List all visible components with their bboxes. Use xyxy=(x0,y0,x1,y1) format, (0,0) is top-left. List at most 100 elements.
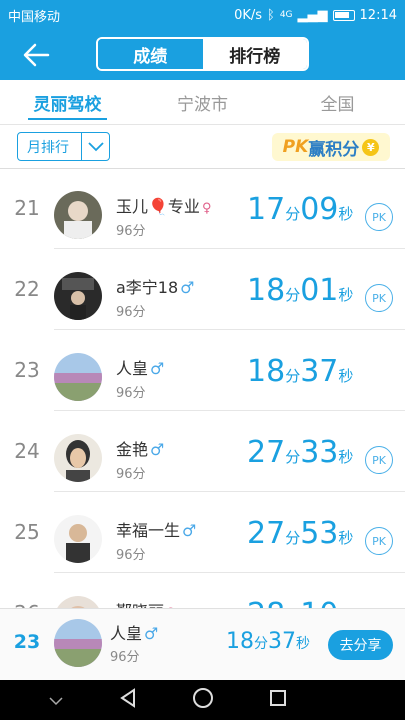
ranking-list[interactable]: 21 玉儿🎈专业 ♀ 96分 17分09秒 PK 22 a李宁18 ♂ 96分 18分01秒 PK 23… xyxy=(0,169,405,608)
tab-city[interactable]: 宁波市 xyxy=(135,80,270,124)
home-circle-icon[interactable] xyxy=(192,687,214,713)
hide-keyboard-icon[interactable] xyxy=(48,691,64,710)
second-unit: 秒 xyxy=(338,286,354,304)
minutes: 28 xyxy=(247,597,285,608)
list-item[interactable]: 23 人皇 ♂ 96分 18分37秒 xyxy=(0,330,405,411)
recent-apps-icon[interactable] xyxy=(269,689,287,711)
user-name-text: a李宁18 xyxy=(116,278,179,297)
my-seconds: 37 xyxy=(268,629,296,654)
avatar[interactable] xyxy=(54,596,102,608)
tab-scores[interactable]: 成绩 xyxy=(98,39,203,69)
avatar[interactable] xyxy=(54,272,102,320)
my-rank-number: 23 xyxy=(13,631,41,653)
seconds: 10 xyxy=(300,597,338,608)
clock: 12:14 xyxy=(359,7,397,23)
user-name-text: 人皇 xyxy=(116,359,149,378)
user-score: 96分 xyxy=(116,548,146,563)
seconds: 01 xyxy=(300,273,339,308)
pk-button[interactable]: PK xyxy=(365,446,393,474)
header-segmented-control: 成绩 排行榜 xyxy=(96,37,309,71)
rank-number: 22 xyxy=(14,277,40,301)
minutes: 27 xyxy=(247,516,286,551)
rank-number: 25 xyxy=(14,520,40,544)
list-item[interactable]: 26鄞晓丽♀96分28分10秒PK xyxy=(0,573,405,608)
list-item[interactable]: 22 a李宁18 ♂ 96分 18分01秒 PK xyxy=(0,249,405,330)
second-unit: 秒 xyxy=(338,529,354,547)
filter-bar: 月排行 PK 赢积分 ¥ xyxy=(0,125,405,169)
pk-win-points-banner[interactable]: PK 赢积分 ¥ xyxy=(272,133,390,161)
user-name: 幸福一生 ♂ xyxy=(116,517,196,541)
top-bar: 成绩 排行榜 xyxy=(0,30,405,80)
rank-number: 21 xyxy=(14,196,40,220)
coin-icon: ¥ xyxy=(362,138,380,156)
my-score: 96分 xyxy=(110,650,140,665)
win-points-label: 赢积分 xyxy=(308,139,360,160)
pk-button[interactable]: PK xyxy=(365,527,393,555)
female-icon: ♀ xyxy=(201,201,212,216)
second-unit: 秒 xyxy=(338,367,354,385)
male-icon: ♂ xyxy=(180,278,195,297)
avatar[interactable] xyxy=(54,353,102,401)
back-arrow-icon[interactable] xyxy=(22,42,50,68)
minute-unit: 分 xyxy=(285,448,301,466)
male-icon: ♂ xyxy=(182,521,197,540)
seconds: 53 xyxy=(300,516,339,551)
second-unit: 秒 xyxy=(338,205,354,223)
user-time: 27分33秒 xyxy=(247,435,353,470)
bluetooth-icon: ᛒ xyxy=(267,7,275,23)
dropdown-label: 月排行 xyxy=(27,139,69,156)
list-item[interactable]: 21 玉儿🎈专业 ♀ 96分 17分09秒 PK xyxy=(0,169,405,249)
male-icon: ♂ xyxy=(150,359,165,378)
battery-icon xyxy=(332,9,355,21)
list-item[interactable]: 24 金艳 ♂ 96分 27分33秒 PK xyxy=(0,411,405,492)
seconds: 37 xyxy=(300,354,339,389)
seconds: 09 xyxy=(300,192,339,227)
minute-unit: 分 xyxy=(285,367,301,385)
rank-number: 23 xyxy=(14,358,40,382)
pk-button[interactable]: PK xyxy=(365,284,393,312)
status-bar: 中国移动 0K/s ᛒ 4G ▂▄▆ 12:14 xyxy=(0,0,405,30)
share-button[interactable]: 去分享 xyxy=(328,630,393,660)
network-speed: 0K/s xyxy=(234,7,263,23)
user-score: 96分 xyxy=(116,305,146,320)
user-score: 96分 xyxy=(116,386,146,401)
scope-tabs: 灵丽驾校 宁波市 全国 xyxy=(0,80,405,125)
minutes: 18 xyxy=(247,354,286,389)
my-time: 18分37秒 xyxy=(226,629,310,654)
system-nav-bar xyxy=(0,680,405,720)
minutes: 27 xyxy=(247,435,286,470)
pk-button[interactable]: PK xyxy=(365,203,393,231)
user-score: 96分 xyxy=(116,467,146,482)
user-name-text: 幸福一生 xyxy=(116,521,181,540)
my-name-text: 人皇 xyxy=(110,624,143,643)
user-score: 96分 xyxy=(116,224,146,239)
my-minutes: 18 xyxy=(226,629,254,654)
minute-unit: 分 xyxy=(285,205,301,223)
user-time: 18分37秒 xyxy=(247,354,353,389)
user-time: 17分09秒 xyxy=(247,192,353,227)
avatar[interactable] xyxy=(54,515,102,563)
user-name-text: 金艳 xyxy=(116,440,149,459)
avatar[interactable] xyxy=(54,434,102,482)
user-name: 玉儿🎈专业 ♀ xyxy=(116,193,211,217)
list-item[interactable]: 25 幸福一生 ♂ 96分 27分53秒 PK xyxy=(0,492,405,573)
ranking-period-dropdown[interactable]: 月排行 xyxy=(17,132,110,161)
tab-national[interactable]: 全国 xyxy=(270,80,405,124)
rank-number: 24 xyxy=(14,439,40,463)
avatar[interactable] xyxy=(54,191,102,239)
user-name-text: 玉儿🎈专业 xyxy=(116,197,200,216)
minutes: 17 xyxy=(247,192,286,227)
tab-school[interactable]: 灵丽驾校 xyxy=(0,80,135,124)
back-triangle-icon[interactable] xyxy=(119,688,137,712)
network-type: 4G xyxy=(279,10,293,20)
minutes: 18 xyxy=(247,273,286,308)
user-time: 18分01秒 xyxy=(247,273,353,308)
male-icon: ♂ xyxy=(144,624,159,643)
carrier-label: 中国移动 xyxy=(8,9,61,25)
tab-leaderboard[interactable]: 排行榜 xyxy=(202,39,307,69)
my-name: 人皇 ♂ xyxy=(110,620,158,644)
user-name: 人皇 ♂ xyxy=(116,355,164,379)
user-time: 27分53秒 xyxy=(247,516,353,551)
my-rank-bar: 23 人皇 ♂ 96分 18分37秒 去分享 xyxy=(0,608,405,680)
avatar xyxy=(54,619,102,667)
